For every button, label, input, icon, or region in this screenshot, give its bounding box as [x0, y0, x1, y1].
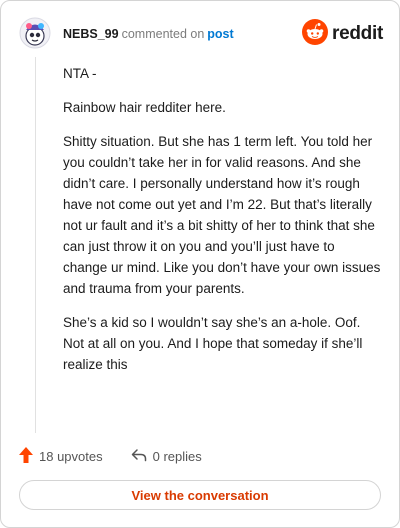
comment-actions: 18 upvotes 0 replies — [19, 445, 202, 467]
upvote-arrow-icon — [19, 446, 33, 466]
reddit-wordmark: reddit — [332, 23, 383, 44]
upvote-button[interactable]: 18 upvotes — [19, 446, 103, 466]
action-text: commented on — [121, 27, 205, 41]
upvote-count: 18 upvotes — [39, 448, 103, 464]
comment-paragraph: Shitty situation. But she has 1 term lef… — [63, 134, 381, 296]
username[interactable]: NEBS_99 — [63, 27, 119, 41]
avatar[interactable] — [19, 17, 51, 49]
comment-card: NEBS_99 commented on post reddit NTA - R… — [0, 0, 400, 528]
comment-header: NEBS_99 commented on post reddit — [19, 15, 383, 55]
reddit-snoo-icon — [302, 18, 329, 50]
reply-button[interactable]: 0 replies — [131, 448, 202, 465]
thread-line — [35, 57, 36, 433]
comment-paragraph: NTA - — [63, 66, 97, 81]
comment-paragraph: Rainbow hair redditer here. — [63, 100, 226, 115]
view-conversation-button[interactable]: View the conversation — [19, 480, 381, 510]
post-link[interactable]: post — [207, 27, 233, 41]
reply-count: 0 replies — [152, 448, 202, 464]
comment-body: NTA - Rainbow hair redditer here. Shitty… — [63, 63, 381, 388]
reddit-logo[interactable]: reddit — [302, 18, 383, 50]
comment-paragraph: She’s a kid so I wouldn’t say she’s an a… — [63, 315, 363, 372]
reply-arrow-icon — [131, 448, 147, 465]
comment-meta: NEBS_99 commented on post — [63, 27, 234, 41]
